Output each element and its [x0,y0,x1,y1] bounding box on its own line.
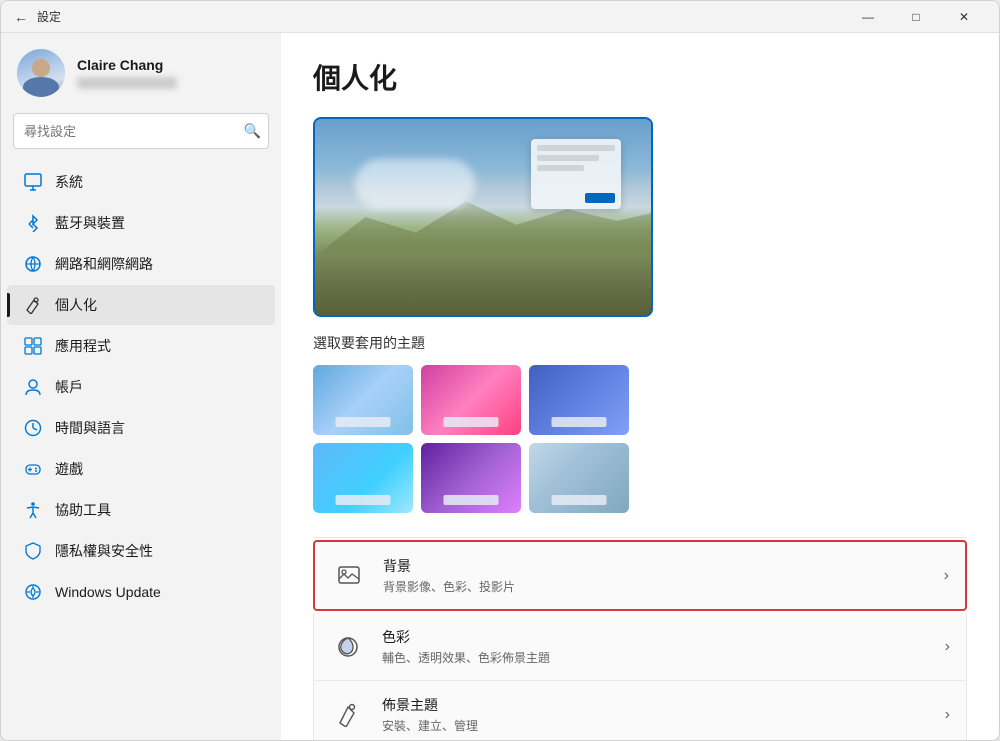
sidebar-item-time[interactable]: 時間與語言 [7,408,275,448]
themes-icon [330,697,366,733]
theme-thumb-bar-5 [444,495,499,505]
sidebar-item-privacy[interactable]: 隱私權與安全性 [7,531,275,571]
theme-option-6[interactable] [529,443,629,513]
accessibility-icon [23,500,43,520]
sidebar-item-personalization[interactable]: 個人化 [7,285,275,325]
background-desc: 背景影像、色彩、投影片 [383,578,928,595]
windows-update-icon [23,582,43,602]
color-title: 色彩 [382,627,929,647]
settings-item-background[interactable]: 背景 背景影像、色彩、投影片 › [313,540,967,611]
accounts-icon [23,377,43,397]
themes-text: 佈景主題 安裝、建立、管理 [382,695,929,734]
bluetooth-icon [23,213,43,233]
theme-option-4[interactable] [313,443,413,513]
sidebar-label-network: 網路和網際網路 [55,254,153,274]
theme-thumb-bar-2 [444,417,499,427]
user-profile: Claire Chang [1,33,281,109]
maximize-button[interactable]: □ [893,1,939,33]
sidebar-label-personalization: 個人化 [55,295,97,315]
preview-button [585,193,615,203]
search-icon: 🔍 [244,123,261,140]
system-icon [23,172,43,192]
window-controls: — □ ✕ [845,1,987,33]
search-box: 🔍 [13,113,269,149]
theme-option-2[interactable] [421,365,521,435]
sidebar-label-apps: 應用程式 [55,336,111,356]
sidebar-label-gaming: 遊戲 [55,459,83,479]
apps-icon [23,336,43,356]
theme-thumb-bar-1 [336,417,391,427]
cloud-decoration [355,159,475,209]
sidebar-item-system[interactable]: 系統 [7,162,275,202]
avatar [17,49,65,97]
background-icon [331,558,367,594]
theme-option-3[interactable] [529,365,629,435]
avatar-image [17,49,65,97]
network-icon [23,254,43,274]
theme-preview [313,117,653,317]
sidebar-label-windows-update: Windows Update [55,584,161,600]
themes-desc: 安裝、建立、管理 [382,717,929,734]
theme-thumb-bar-3 [552,417,607,427]
sidebar-item-accessibility[interactable]: 協助工具 [7,490,275,530]
theme-thumb-bar-6 [552,495,607,505]
theme-option-5[interactable] [421,443,521,513]
content-area: 個人化 選取要套用的主題 [281,33,999,740]
personalization-icon [23,295,43,315]
sidebar-label-accounts: 帳戶 [55,377,83,397]
user-name: Claire Chang [77,57,177,73]
page-title: 個人化 [313,57,967,97]
theme-grid [313,365,967,513]
background-text: 背景 背景影像、色彩、投影片 [383,556,928,595]
settings-item-color[interactable]: 色彩 輔色、透明效果、色彩佈景主題 › [313,613,967,681]
user-email [77,77,177,89]
settings-item-themes[interactable]: 佈景主題 安裝、建立、管理 › [313,681,967,740]
sidebar-label-accessibility: 協助工具 [55,500,111,520]
main-layout: Claire Chang 🔍 [1,33,999,740]
preview-line-2 [537,155,599,161]
sidebar-label-system: 系統 [55,172,83,192]
theme-preview-desktop [315,119,651,315]
preview-window [531,139,621,209]
sidebar: Claire Chang 🔍 [1,33,281,740]
settings-list: 背景 背景影像、色彩、投影片 › 色彩 輔色、透明效 [313,537,967,740]
preview-line-3 [537,165,584,171]
privacy-icon [23,541,43,561]
background-title: 背景 [383,556,928,576]
color-icon [330,629,366,665]
color-chevron: › [945,638,950,656]
theme-select-label: 選取要套用的主題 [313,333,967,353]
gaming-icon [23,459,43,479]
preview-line-1 [537,145,615,151]
color-text: 色彩 輔色、透明效果、色彩佈景主題 [382,627,929,666]
sidebar-item-windows-update[interactable]: Windows Update [7,572,275,612]
sidebar-label-bluetooth: 藍牙與裝置 [55,213,125,233]
sidebar-item-bluetooth[interactable]: 藍牙與裝置 [7,203,275,243]
themes-title: 佈景主題 [382,695,929,715]
back-button[interactable]: ← [13,9,29,25]
nav-list: 系統 藍牙與裝置 [1,157,281,740]
sidebar-item-apps[interactable]: 應用程式 [7,326,275,366]
color-desc: 輔色、透明效果、色彩佈景主題 [382,649,929,666]
close-button[interactable]: ✕ [941,1,987,33]
sidebar-label-time: 時間與語言 [55,418,125,438]
user-info: Claire Chang [77,57,177,89]
search-input[interactable] [13,113,269,149]
background-chevron: › [944,567,949,585]
settings-window: ← 設定 — □ ✕ Claire Chang 🔍 [0,0,1000,741]
window-title: 設定 [37,8,61,25]
sidebar-item-gaming[interactable]: 遊戲 [7,449,275,489]
theme-thumb-bar-4 [336,495,391,505]
time-icon [23,418,43,438]
theme-option-1[interactable] [313,365,413,435]
sidebar-item-network[interactable]: 網路和網際網路 [7,244,275,284]
minimize-button[interactable]: — [845,1,891,33]
themes-chevron: › [945,706,950,724]
sidebar-item-accounts[interactable]: 帳戶 [7,367,275,407]
sidebar-label-privacy: 隱私權與安全性 [55,541,153,561]
title-bar: ← 設定 — □ ✕ [1,1,999,33]
